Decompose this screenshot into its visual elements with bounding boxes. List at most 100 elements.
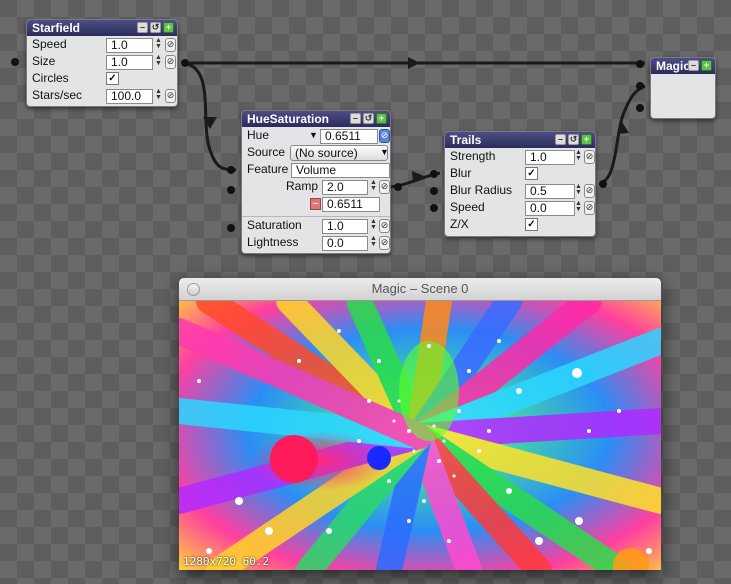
strength-field[interactable]: 1.0	[525, 150, 575, 165]
collapse-icon[interactable]: –	[137, 22, 148, 33]
param-row-blur-radius: Blur Radius 0.5 ▲ ▼ ⊘	[445, 182, 595, 199]
stepper-icon[interactable]: ▲ ▼	[575, 183, 583, 197]
param-label: Strength	[450, 149, 496, 163]
param-row-speed: Speed 0.0 ▲ ▼ ⊘	[445, 199, 595, 216]
wire-arrow-icon	[408, 57, 420, 69]
ramp-output-field[interactable]: 0.6511	[322, 197, 380, 212]
stepper-icon[interactable]: ▲ ▼	[155, 88, 163, 102]
stepper-icon[interactable]: ▲ ▼	[370, 218, 378, 232]
ramp-field[interactable]: 2.0	[322, 180, 368, 195]
collapse-icon[interactable]: –	[555, 134, 566, 145]
magic-input-port[interactable]	[636, 60, 644, 68]
starfield-output-port[interactable]	[181, 59, 189, 67]
collapse-icon[interactable]: –	[688, 60, 699, 71]
reset-icon[interactable]: ↺	[568, 134, 579, 145]
stepper-icon[interactable]: ▲ ▼	[155, 54, 163, 68]
render-stats-label: 1280x720 60.2	[183, 555, 270, 568]
starfield-input-port[interactable]	[11, 58, 19, 66]
trails-input-port[interactable]	[430, 187, 438, 195]
render-canvas[interactable]: 1280x720 60.2	[179, 301, 661, 570]
huesaturation-input-port[interactable]	[227, 166, 235, 174]
trails-input-port[interactable]	[430, 170, 438, 178]
node-title-label: Starfield	[32, 21, 81, 35]
stepper-icon[interactable]: ▲ ▼	[575, 200, 583, 214]
param-row-saturation: Saturation 1.0 ▲ ▼ ⊘	[242, 217, 390, 234]
link-icon[interactable]: ⊘	[165, 89, 176, 103]
trails-input-port[interactable]	[430, 204, 438, 212]
huesaturation-node[interactable]: HueSaturation – ↺ + Hue ▼ 0.6511 ⊘ Source …	[241, 110, 391, 254]
magic-input-port[interactable]	[636, 104, 644, 112]
node-title-label: Magic	[656, 59, 691, 73]
magic-input-port[interactable]	[636, 82, 644, 90]
reset-icon[interactable]: ↺	[363, 113, 374, 124]
render-window[interactable]: Magic – Scene 0 1280x720 60.2	[179, 278, 661, 570]
link-icon[interactable]: ⊘	[379, 129, 390, 143]
huesaturation-input-port[interactable]	[227, 224, 235, 232]
reset-icon[interactable]: ↺	[150, 22, 161, 33]
hue-field[interactable]: 0.6511	[320, 129, 378, 144]
wire-starfield-to-huesat	[184, 61, 237, 172]
render-window-titlebar[interactable]: Magic – Scene 0	[179, 278, 661, 301]
param-row-ramp: Ramp 2.0 ▲ ▼ ⊘	[242, 178, 390, 195]
trails-output-port[interactable]	[599, 180, 607, 188]
zx-checkbox[interactable]: ✓	[525, 218, 538, 231]
collapse-icon[interactable]: –	[350, 113, 361, 124]
add-icon[interactable]: +	[376, 113, 387, 124]
stepper-icon[interactable]: ▲ ▼	[155, 37, 163, 51]
node-title-label: Trails	[450, 133, 482, 147]
param-label: Feature	[247, 162, 289, 176]
stepper-icon[interactable]: ▲ ▼	[370, 235, 378, 249]
stars-per-sec-field[interactable]: 100.0	[106, 89, 153, 104]
size-field[interactable]: 1.0	[106, 55, 153, 70]
param-label: Z/X	[450, 217, 469, 231]
stepper-icon[interactable]: ▲ ▼	[575, 149, 583, 163]
param-row-blur: Blur ✓	[445, 165, 595, 182]
link-icon[interactable]: ⊘	[379, 180, 390, 194]
param-row-size: Size 1.0 ▲ ▼ ⊘	[27, 53, 177, 70]
param-label: Speed	[450, 200, 485, 214]
blur-radius-field[interactable]: 0.5	[525, 184, 575, 199]
starfield-node-title[interactable]: Starfield – ↺ +	[27, 20, 177, 36]
source-select[interactable]: (No source)	[290, 145, 388, 161]
magic-node[interactable]: Magic – +	[650, 57, 716, 119]
add-icon[interactable]: +	[701, 60, 712, 71]
huesaturation-node-title[interactable]: HueSaturation – ↺ +	[242, 111, 390, 127]
link-icon[interactable]: ⊘	[165, 55, 176, 69]
trails-node-title[interactable]: Trails – ↺ +	[445, 132, 595, 148]
speed-field[interactable]: 1.0	[106, 38, 153, 53]
magic-node-title[interactable]: Magic – +	[651, 58, 715, 74]
param-row-source: Source (No source) ▼	[242, 144, 390, 161]
close-icon[interactable]	[187, 283, 200, 296]
param-label: Source	[247, 145, 286, 159]
add-icon[interactable]: +	[163, 22, 174, 33]
feature-field[interactable]: Volume	[291, 163, 390, 178]
link-icon[interactable]: ⊘	[584, 184, 595, 198]
param-row-hue: Hue ▼ 0.6511 ⊘	[242, 127, 390, 144]
wire-trails-to-magic	[599, 84, 646, 185]
param-label: Saturation	[247, 218, 302, 232]
stepper-icon[interactable]: ▲ ▼	[370, 179, 378, 193]
starfield-node[interactable]: Starfield – ↺ + Speed 1.0 ▲ ▼ ⊘ Size 1.0 ▲ ▼…	[26, 19, 178, 107]
remove-icon[interactable]: –	[310, 198, 321, 210]
blur-checkbox[interactable]: ✓	[525, 167, 538, 180]
param-row-lightness: Lightness 0.0 ▲ ▼ ⊘	[242, 234, 390, 251]
lightness-field[interactable]: 0.0	[322, 236, 368, 251]
circles-checkbox[interactable]: ✓	[106, 72, 119, 85]
huesaturation-input-port[interactable]	[227, 186, 235, 194]
link-icon[interactable]: ⊘	[165, 38, 176, 52]
link-icon[interactable]: ⊘	[584, 150, 595, 164]
dropdown-arrow-icon[interactable]: ▼	[309, 127, 318, 144]
param-row-stars-per-sec: Stars/sec 100.0 ▲ ▼ ⊘	[27, 87, 177, 104]
trails-node[interactable]: Trails – ↺ + Strength 1.0 ▲ ▼ ⊘ Blur ✓ Blur…	[444, 131, 596, 237]
huesaturation-output-port[interactable]	[394, 183, 402, 191]
param-row-feature: Feature Volume	[242, 161, 390, 178]
link-icon[interactable]: ⊘	[379, 219, 390, 233]
param-label: Speed	[32, 37, 67, 51]
add-icon[interactable]: +	[581, 134, 592, 145]
param-label: Hue	[247, 128, 270, 142]
link-icon[interactable]: ⊘	[379, 236, 390, 250]
link-icon[interactable]: ⊘	[584, 201, 595, 215]
param-label: Blur	[450, 166, 472, 180]
saturation-field[interactable]: 1.0	[322, 219, 368, 234]
trails-speed-field[interactable]: 0.0	[525, 201, 575, 216]
